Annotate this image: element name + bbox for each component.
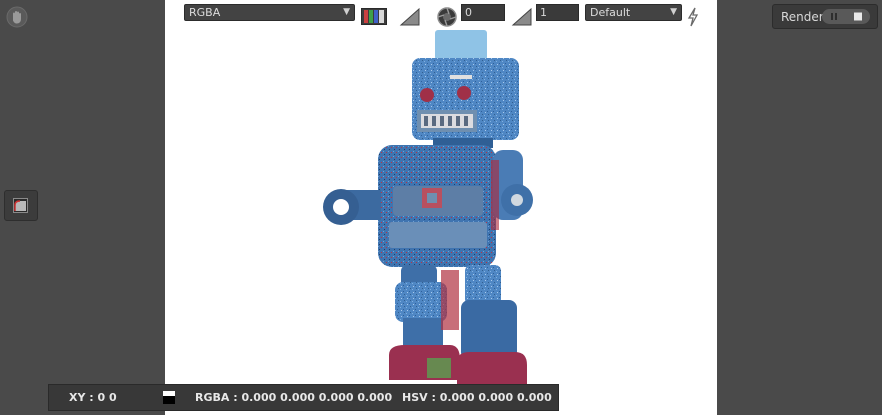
robot-render-image [323,30,533,385]
color-channels-button[interactable] [361,8,387,25]
channel-select[interactable]: RGBA ▼ [184,4,355,21]
viewport-toolbar: RGBA ▼ 0 1 Default ▼ [165,4,717,28]
refresh-button[interactable] [686,7,700,27]
hand-icon [6,6,28,28]
hsv-readout: HSV : 0.000 0.000 0.000 [402,391,552,404]
stop-icon [854,12,862,21]
chevron-down-icon: ▼ [343,7,350,17]
stop-button[interactable] [846,9,870,24]
aperture-icon [437,7,457,27]
exposure-ramp-icon [399,7,420,26]
exposure-value: 0 [465,6,472,19]
gamma-ramp-icon [511,7,532,26]
color-channels-icon [361,8,387,25]
render-viewport[interactable]: RGBA ▼ 0 1 Default ▼ [165,0,717,415]
lightning-icon [687,7,699,27]
gamma-value: 1 [540,6,547,19]
lut-select-value: Default [590,6,631,19]
channel-select-value: RGBA [189,6,221,19]
render-panel: Render [772,4,878,29]
rgba-readout: RGBA : 0.000 0.000 0.000 0.000 [195,391,393,404]
exposure-ramp-button[interactable] [399,7,421,27]
pixel-info-bar: XY : 0 0 RGBA : 0.000 0.000 0.000 0.000 … [48,384,559,411]
hand-tool-button[interactable] [6,6,28,28]
pixel-color-swatch [163,391,175,404]
display-mode-button[interactable] [4,190,38,221]
xy-readout: XY : 0 0 [69,391,117,404]
lut-select[interactable]: Default ▼ [585,4,682,21]
pause-button[interactable] [822,9,846,24]
chevron-down-icon: ▼ [670,7,677,17]
exposure-input[interactable]: 0 [461,4,505,21]
display-mode-icon [13,198,28,213]
pause-icon [831,13,837,20]
render-label: Render [781,10,824,24]
gamma-ramp-button[interactable] [511,7,533,27]
gamma-input[interactable]: 1 [536,4,579,21]
render-controls [822,9,870,24]
exposure-button[interactable] [437,7,457,27]
